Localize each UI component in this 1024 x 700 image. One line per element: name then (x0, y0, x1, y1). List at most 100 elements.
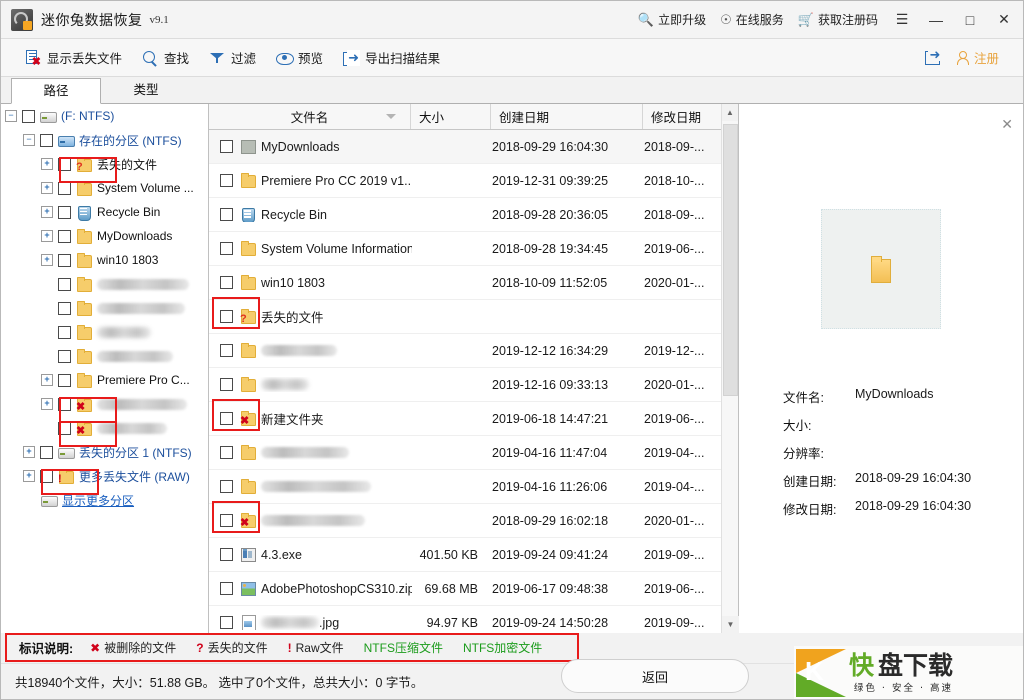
table-row[interactable]: ✖ 2018-09-29 16:02:18 2020-01-... (209, 504, 738, 538)
table-row[interactable]: 4.3.exe 401.50 KB 2019-09-24 09:41:24 20… (209, 538, 738, 572)
row-checkbox[interactable] (220, 412, 233, 425)
tree-checkbox[interactable] (58, 325, 71, 339)
tree-item-system-volume[interactable]: System Volume ... (1, 176, 208, 200)
row-checkbox[interactable] (220, 208, 233, 221)
tree-checkbox[interactable] (40, 445, 53, 459)
tree-item-mydownloads[interactable]: MyDownloads (1, 224, 208, 248)
row-checkbox[interactable] (220, 582, 233, 595)
search-button[interactable]: 查找 (132, 44, 199, 71)
table-row[interactable]: win10 1803 2018-10-09 11:52:05 2020-01-.… (209, 266, 738, 300)
show-more-partitions-link[interactable]: 显示更多分区 (62, 492, 134, 509)
back-button[interactable]: 返回 (561, 659, 749, 693)
scroll-up-button[interactable]: ▲ (722, 104, 738, 121)
table-row[interactable]: AdobePhotoshopCS310.zip 69.68 MB 2019-06… (209, 572, 738, 606)
tree-item-show-more-partitions[interactable]: 显示更多分区 (1, 488, 208, 512)
tree-item-deleted-redacted[interactable]: ✖ (1, 416, 208, 440)
tree-item-drive-f[interactable]: (F: NTFS) (1, 104, 208, 128)
tree-item-premiere-pro[interactable]: Premiere Pro C... (1, 368, 208, 392)
table-row[interactable]: Recycle Bin 2018-09-28 20:36:05 2018-09-… (209, 198, 738, 232)
export-scan-result-button[interactable]: 导出扫描结果 (333, 44, 450, 71)
tree-checkbox[interactable] (40, 469, 53, 483)
row-checkbox[interactable] (220, 174, 233, 187)
tree-checkbox[interactable] (58, 373, 71, 387)
table-row[interactable]: ? 丢失的文件 (209, 300, 738, 334)
tree-item-lost-partition-1[interactable]: 丢失的分区 1 (NTFS) (1, 440, 208, 464)
row-checkbox[interactable] (220, 616, 233, 629)
tree-item-redacted[interactable] (1, 296, 208, 320)
register-button[interactable]: 注册 (950, 45, 1009, 70)
tree-expander[interactable] (23, 134, 35, 146)
tree-item-redacted[interactable] (1, 272, 208, 296)
tree-item-existing-partition[interactable]: 存在的分区 (NTFS) (1, 128, 208, 152)
row-checkbox[interactable] (220, 548, 233, 561)
tree-expander[interactable] (41, 374, 53, 386)
tree-checkbox[interactable] (58, 277, 71, 291)
column-header-created[interactable]: 创建日期 (491, 104, 643, 129)
table-row[interactable]: 2019-04-16 11:47:04 2019-04-... (209, 436, 738, 470)
tree-item-recycle-bin[interactable]: Recycle Bin (1, 200, 208, 224)
row-checkbox[interactable] (220, 140, 233, 153)
row-checkbox[interactable] (220, 378, 233, 391)
tree-expander[interactable] (23, 446, 35, 458)
column-header-size[interactable]: 大小 (411, 104, 491, 129)
tree-expander[interactable] (41, 254, 53, 266)
table-row[interactable]: 2019-12-16 09:33:13 2020-01-... (209, 368, 738, 402)
maximize-button[interactable]: □ (953, 2, 987, 38)
menu-button[interactable]: ☰ (885, 2, 919, 38)
get-license-button[interactable]: 🛒 获取注册码 (791, 2, 885, 38)
file-list-scrollbar[interactable]: ▲ ▼ (721, 104, 739, 633)
tree-item-more-lost-files-raw[interactable]: ! 更多丢失文件 (RAW) (1, 464, 208, 488)
table-row[interactable]: MyDownloads 2018-09-29 16:04:30 2018-09-… (209, 130, 738, 164)
tree-expander[interactable] (5, 110, 17, 122)
tree-checkbox[interactable] (22, 109, 35, 123)
scroll-down-button[interactable]: ▼ (722, 616, 739, 633)
tree-expander[interactable] (41, 230, 53, 242)
tree-item-win10[interactable]: win10 1803 (1, 248, 208, 272)
tab-type[interactable]: 类型 (101, 77, 191, 103)
tree-expander[interactable] (41, 398, 53, 410)
online-service-button[interactable]: ☉ 在线服务 (713, 2, 791, 38)
table-row[interactable]: 2019-12-12 16:34:29 2019-12-... (209, 334, 738, 368)
tree-expander[interactable] (41, 206, 53, 218)
tree-item-redacted[interactable] (1, 320, 208, 344)
share-button[interactable] (920, 46, 946, 70)
tree-checkbox[interactable] (58, 349, 71, 363)
table-row[interactable]: Premiere Pro CC 2019 v1... 2019-12-31 09… (209, 164, 738, 198)
tree-checkbox[interactable] (58, 397, 71, 411)
close-button[interactable]: ✕ (987, 2, 1021, 38)
tree-checkbox[interactable] (40, 133, 53, 147)
tree-checkbox[interactable] (58, 253, 71, 267)
preview-button[interactable]: 预览 (266, 44, 333, 71)
tree-checkbox[interactable] (58, 157, 71, 171)
minimize-button[interactable]: — (919, 2, 953, 38)
row-checkbox[interactable] (220, 242, 233, 255)
row-checkbox[interactable] (220, 310, 233, 323)
row-checkbox[interactable] (220, 276, 233, 289)
directory-tree-pane[interactable]: (F: NTFS) 存在的分区 (NTFS) ? 丢失的文件 Sy (1, 104, 209, 633)
tree-item-deleted-redacted[interactable]: ✖ (1, 392, 208, 416)
column-header-filename[interactable]: 文件名 (209, 104, 411, 129)
tree-checkbox[interactable] (58, 181, 71, 195)
row-checkbox[interactable] (220, 480, 233, 493)
tree-item-lost-files[interactable]: ? 丢失的文件 (1, 152, 208, 176)
tree-item-redacted[interactable] (1, 344, 208, 368)
table-row[interactable]: 2019-04-16 11:26:06 2019-04-... (209, 470, 738, 504)
tree-checkbox[interactable] (58, 421, 71, 435)
upgrade-now-button[interactable]: 🔍 立即升级 (631, 2, 713, 38)
table-row[interactable]: .jpg 94.97 KB 2019-09-24 14:50:28 2019-0… (209, 606, 738, 633)
close-preview-icon[interactable]: ✕ (1001, 117, 1013, 131)
tree-expander[interactable] (23, 470, 35, 482)
row-checkbox[interactable] (220, 344, 233, 357)
tree-expander[interactable] (41, 158, 53, 170)
tree-checkbox[interactable] (58, 229, 71, 243)
tree-expander[interactable] (41, 182, 53, 194)
row-checkbox[interactable] (220, 446, 233, 459)
tree-checkbox[interactable] (58, 205, 71, 219)
table-row[interactable]: ✖ 新建文件夹 2019-06-18 14:47:21 2019-06-... (209, 402, 738, 436)
table-row[interactable]: System Volume Information 2018-09-28 19:… (209, 232, 738, 266)
show-lost-files-button[interactable]: ✖ 显示丢失文件 (15, 44, 132, 71)
tab-path[interactable]: 路径 (11, 78, 101, 104)
scrollbar-thumb[interactable] (723, 124, 738, 396)
row-checkbox[interactable] (220, 514, 233, 527)
tree-checkbox[interactable] (58, 301, 71, 315)
